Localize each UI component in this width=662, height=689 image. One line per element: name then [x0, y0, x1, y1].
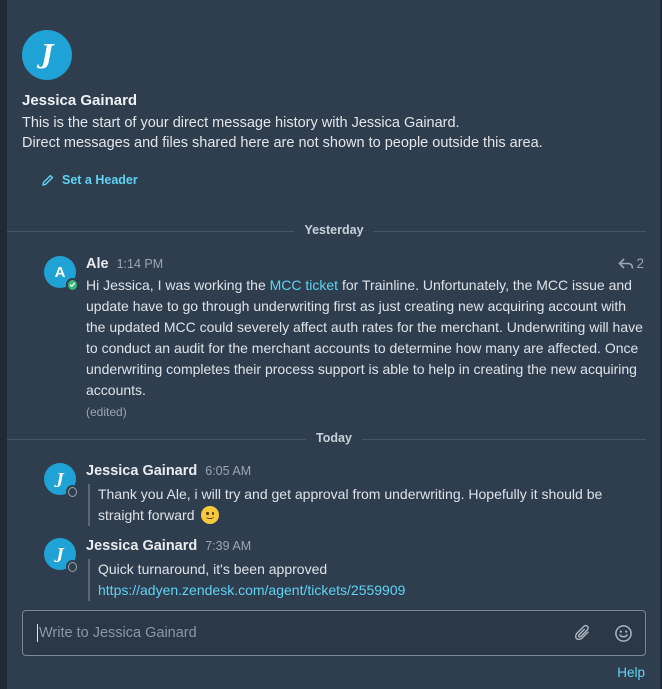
message-text: Hi Jessica, I was working the	[86, 277, 270, 293]
avatar[interactable]: J	[44, 463, 79, 498]
post-item: J Jessica Gainard 7:39 AM Quick turnarou…	[44, 538, 644, 604]
intro-avatar[interactable]: J	[22, 30, 72, 80]
set-header-button[interactable]: Set a Header	[42, 173, 138, 187]
zendesk-ticket-link[interactable]: https://adyen.zendesk.com/agent/tickets/…	[98, 580, 644, 601]
intro-name[interactable]: Jessica Gainard	[22, 92, 642, 109]
edited-indicator: (edited)	[86, 405, 127, 419]
status-offline-indicator	[66, 485, 79, 498]
emoji-icon	[614, 624, 632, 642]
mcc-ticket-link[interactable]: MCC ticket	[270, 277, 338, 293]
intro-description-line-2: Direct messages and files shared here ar…	[22, 135, 543, 151]
status-online-indicator	[66, 278, 79, 291]
avatar[interactable]: J	[44, 538, 79, 573]
avatar-initial: J	[56, 470, 64, 488]
intro-description-line-1: This is the start of your direct message…	[22, 115, 460, 131]
date-separator-label: Yesterday	[294, 223, 374, 237]
channel-intro: J Jessica Gainard This is the start of y…	[22, 30, 642, 153]
post-author[interactable]: Jessica Gainard	[86, 463, 197, 479]
reply-count: 2	[636, 256, 644, 271]
online-check-icon	[69, 282, 76, 288]
post-author[interactable]: Jessica Gainard	[86, 538, 197, 554]
attachment-button[interactable]	[573, 623, 593, 643]
message-text: Quick turnaround, it's been approved	[98, 561, 328, 577]
date-separator-label: Today	[306, 431, 362, 445]
post-header: Jessica Gainard 7:39 AM	[86, 538, 251, 554]
message-text: for Trainline. Unfortunately, the MCC is…	[86, 277, 643, 398]
help-link[interactable]: Help	[617, 665, 645, 680]
post-header: Jessica Gainard 6:05 AM	[86, 463, 251, 479]
post-message: Thank you Ale, i will try and get approv…	[88, 484, 644, 526]
post-time[interactable]: 6:05 AM	[205, 464, 251, 478]
post-item: A Ale 1:14 PM 2 Hi Jessica, I was workin…	[44, 256, 644, 426]
status-offline-indicator	[66, 560, 79, 573]
post-item: J Jessica Gainard 6:05 AM Thank you Ale,…	[44, 463, 644, 529]
post-time[interactable]: 7:39 AM	[205, 539, 251, 553]
emoji-picker-button[interactable]	[613, 623, 633, 643]
message-text: Thank you Ale, i will try and get approv…	[98, 486, 603, 523]
post-time[interactable]: 1:14 PM	[117, 257, 164, 271]
post-message: Hi Jessica, I was working the MCC ticket…	[86, 275, 644, 401]
attachment-icon	[575, 624, 589, 641]
post-header: Ale 1:14 PM	[86, 256, 163, 272]
set-header-label: Set a Header	[62, 173, 138, 187]
message-composer	[22, 610, 646, 656]
avatar[interactable]: A	[44, 256, 79, 291]
pencil-icon	[42, 174, 54, 186]
reply-count-button[interactable]: 2	[618, 256, 644, 271]
message-input[interactable]	[37, 624, 553, 642]
reply-arrow-icon	[618, 257, 634, 269]
slightly-smiling-emoji	[201, 506, 220, 524]
post-message: Quick turnaround, it's been approved htt…	[88, 559, 644, 601]
post-author[interactable]: Ale	[86, 256, 109, 272]
avatar-initial: J	[56, 545, 64, 563]
sidebar-edge	[0, 0, 7, 689]
avatar-initial: A	[54, 263, 66, 281]
